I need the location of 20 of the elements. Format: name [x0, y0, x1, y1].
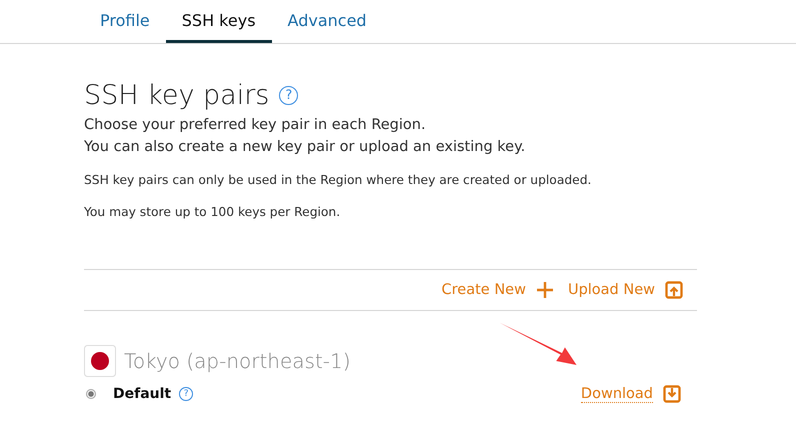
page-title: SSH key pairs	[84, 80, 270, 111]
intro-text: Choose your preferred key pair in each Region.	[84, 117, 427, 133]
tab[interactable]: SSH keys	[166, 0, 272, 43]
upload-icon[interactable]	[665, 281, 683, 299]
tab[interactable]: Profile	[84, 0, 166, 43]
action-link[interactable]: Upload New	[568, 282, 655, 298]
action-link[interactable]: Create New	[442, 282, 526, 298]
plus-icon[interactable]	[536, 281, 554, 299]
help-icon[interactable]: ?	[279, 86, 298, 105]
download-icon[interactable]	[663, 385, 681, 403]
help-icon[interactable]: ?	[179, 387, 194, 401]
region-name: Tokyo (ap-northeast-1)	[124, 349, 351, 373]
note-text: You may store up to 100 keys per Region.	[84, 205, 342, 219]
key-name: Default	[113, 386, 172, 402]
note-text: SSH key pairs can only be used in the Region where they are created or uploaded.	[84, 173, 592, 187]
intro-text: You can also create a new key pair or upload an existing key.	[84, 139, 526, 155]
radio-button[interactable]	[86, 389, 96, 399]
japan-flag-icon	[84, 345, 116, 377]
tab[interactable]: Advanced	[272, 0, 383, 43]
download-link[interactable]: Download	[580, 386, 653, 402]
